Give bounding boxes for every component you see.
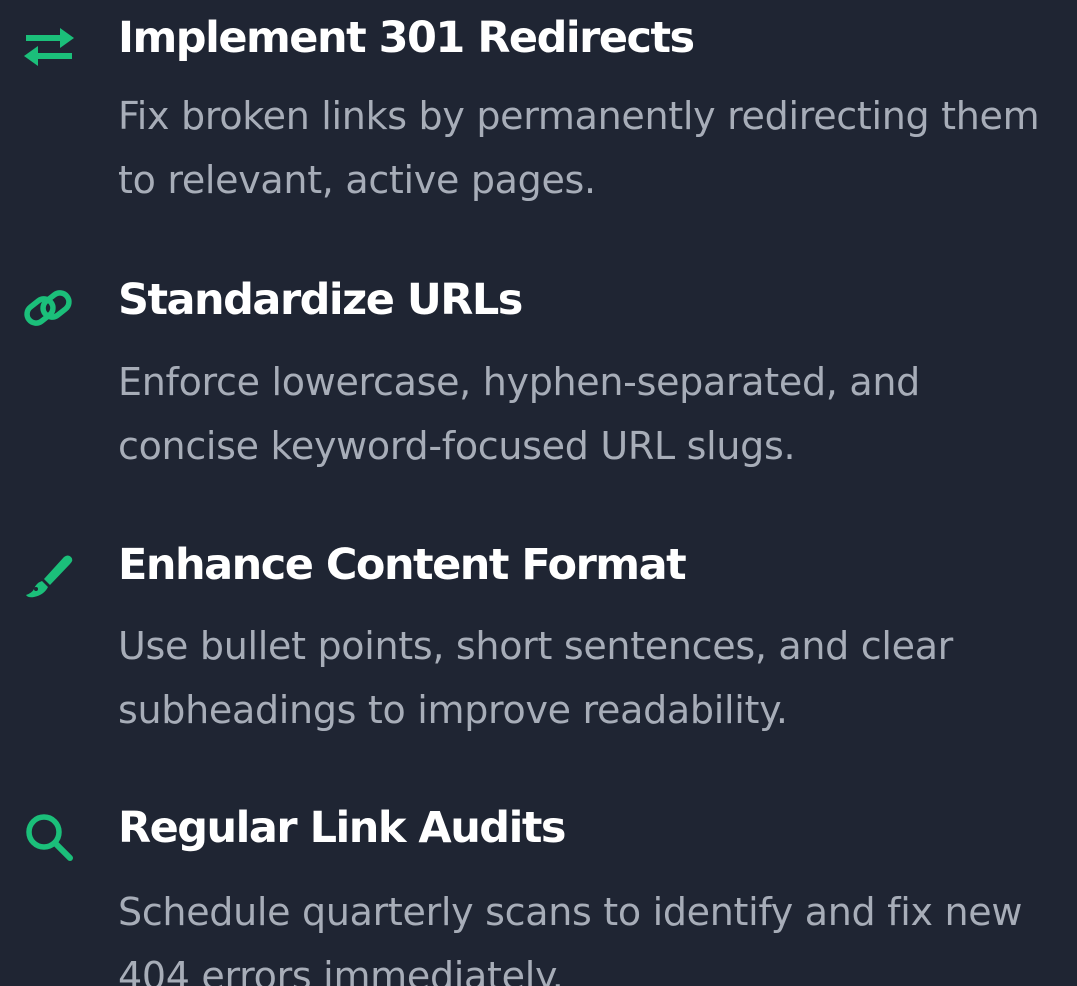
swap-arrows-icon xyxy=(24,28,74,66)
item-description: Use bullet points, short sentences, and … xyxy=(118,614,1077,742)
item-description-line: subheadings to improve readability. xyxy=(118,688,788,732)
item-description: Schedule quarterly scans to identify and… xyxy=(118,880,1077,986)
item-title: Regular Link Audits xyxy=(118,803,566,853)
item-description-line: Schedule quarterly scans to identify and… xyxy=(118,890,1023,934)
search-icon xyxy=(26,814,73,861)
item-title: Implement 301 Redirects xyxy=(118,13,695,63)
item-description-line: 404 errors immediately. xyxy=(118,954,564,986)
item-description: Enforce lowercase, hyphen-separated, and… xyxy=(118,350,1077,478)
item-description-line: concise keyword-focused URL slugs. xyxy=(118,424,796,468)
item-title: Enhance Content Format xyxy=(118,540,687,590)
item-description-line: Enforce lowercase, hyphen-separated, and xyxy=(118,360,920,404)
item-description-line: Use bullet points, short sentences, and … xyxy=(118,624,954,668)
link-icon xyxy=(24,290,72,326)
item-description: Fix broken links by permanently redirect… xyxy=(118,84,1077,212)
item-description-line: to relevant, active pages. xyxy=(118,158,596,202)
item-title: Standardize URLs xyxy=(118,275,523,325)
item-description-line: Fix broken links by permanently redirect… xyxy=(118,94,1040,138)
brush-icon xyxy=(26,555,73,598)
